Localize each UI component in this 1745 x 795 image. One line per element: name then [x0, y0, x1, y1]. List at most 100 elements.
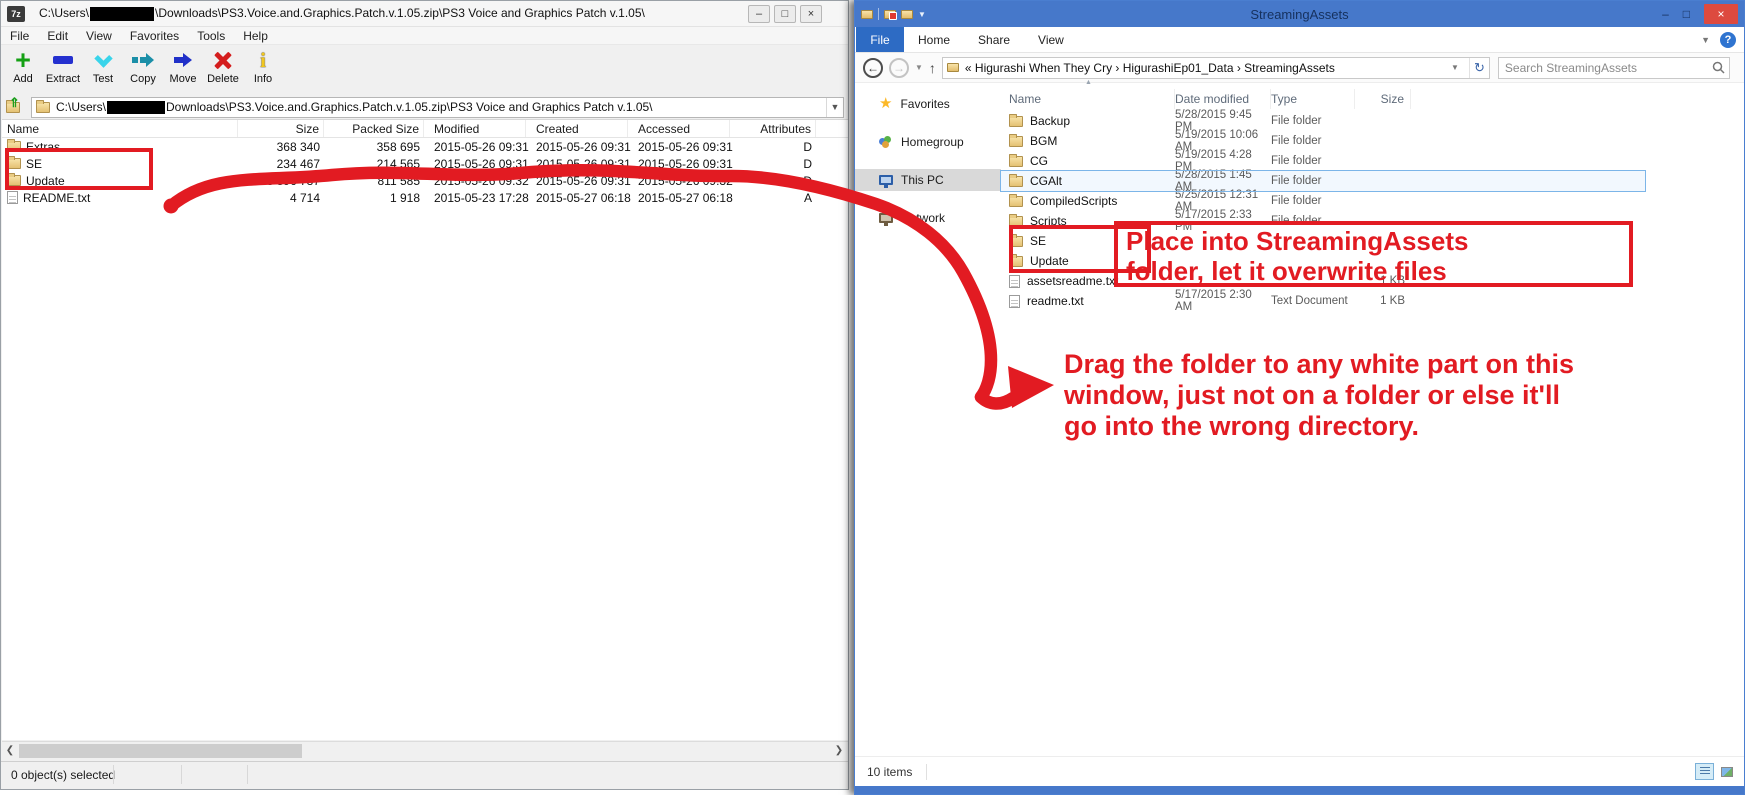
menu-view[interactable]: View [77, 29, 121, 43]
search-icon [1712, 61, 1725, 74]
extract-label: Extract [43, 73, 83, 85]
column-header-name[interactable]: Name [2, 120, 238, 137]
copy-label: Copy [123, 73, 163, 85]
homegroup-icon [879, 136, 893, 148]
column-header-created[interactable]: Created [526, 120, 628, 137]
file-accessed: 2015-05-27 06:18 [628, 191, 730, 205]
scroll-left-arrow[interactable]: ❮ [2, 745, 18, 756]
copy-button[interactable]: Copy [123, 46, 163, 85]
maximize-button[interactable]: □ [1683, 7, 1690, 21]
info-i-icon: i [260, 50, 266, 70]
breadcrumb-path[interactable]: « Higurashi When They Cry › HigurashiEp0… [965, 61, 1335, 75]
history-dropdown-icon[interactable]: ▼ [915, 63, 923, 72]
minimize-button[interactable]: – [748, 5, 770, 23]
file-name: readme.txt [1027, 294, 1084, 308]
sidebar-item-favorites[interactable]: ★ Favorites [855, 93, 1001, 115]
up-button[interactable]: ↑ [929, 60, 936, 76]
column-header-name[interactable]: Name [1001, 89, 1175, 109]
extract-minus-icon [53, 56, 73, 64]
address-dropdown-button[interactable]: ▼ [826, 98, 843, 117]
column-header-accessed[interactable]: Accessed [628, 120, 730, 137]
info-button[interactable]: i Info [243, 46, 283, 85]
list-item[interactable]: BGM 5/19/2015 10:06 AM File folder [1001, 131, 1645, 151]
close-button[interactable]: × [800, 5, 822, 23]
tab-share[interactable]: Share [964, 27, 1024, 52]
details-view-button[interactable] [1695, 763, 1714, 780]
add-button[interactable]: + Add [3, 46, 43, 85]
column-header-type[interactable]: Type [1271, 89, 1355, 109]
refresh-icon[interactable]: ↻ [1469, 58, 1489, 78]
test-button[interactable]: Test [83, 46, 123, 85]
extract-button[interactable]: Extract [43, 46, 83, 85]
horizontal-scrollbar[interactable]: ❮ ❯ [2, 741, 848, 759]
annotation-note-line2: folder, let it overwrite files [1126, 256, 1621, 286]
menu-favorites[interactable]: Favorites [121, 29, 188, 43]
address-combobox[interactable]: C:\Users\Downloads\PS3.Voice.and.Graphic… [31, 97, 844, 118]
menu-edit[interactable]: Edit [38, 29, 77, 43]
menu-help[interactable]: Help [234, 29, 277, 43]
column-header-size[interactable]: Size [238, 120, 324, 137]
folder-up-button[interactable]: ⇑ [5, 98, 23, 116]
close-button[interactable]: × [1704, 4, 1738, 24]
thumbnails-view-button[interactable] [1717, 763, 1736, 780]
explorer-window: ▼ StreamingAssets – □ × File Home Share … [854, 0, 1745, 795]
list-item[interactable]: CompiledScripts 5/25/2015 12:31 AM File … [1001, 191, 1645, 211]
tab-home[interactable]: Home [904, 27, 964, 52]
file-accessed: 2015-05-26 09:32 [628, 174, 730, 188]
table-row[interactable]: README.txt 4 714 1 918 2015-05-23 17:28 … [2, 189, 848, 206]
tab-file[interactable]: File [856, 27, 904, 52]
test-check-icon [94, 49, 112, 67]
search-input[interactable] [1503, 60, 1712, 76]
tab-view[interactable]: View [1024, 27, 1078, 52]
sidebar-item-network[interactable]: Network [855, 207, 1001, 229]
delete-label: Delete [203, 73, 243, 85]
file-type: File folder [1271, 135, 1355, 147]
scrollbar-thumb[interactable] [19, 744, 302, 758]
file-size: 234 467 [238, 157, 324, 171]
title-path-suffix: \Downloads\PS3.Voice.and.Graphics.Patch.… [155, 6, 645, 20]
column-header-size[interactable]: Size [1355, 89, 1411, 109]
sidebar-item-this-pc[interactable]: This PC [855, 169, 1001, 191]
title-path-prefix: C:\Users\ [39, 6, 89, 20]
redacted-username-box [107, 101, 165, 114]
menu-file[interactable]: File [1, 29, 38, 43]
menu-tools[interactable]: Tools [188, 29, 234, 43]
file-modified: 2015-05-26 09:31 [424, 157, 526, 171]
column-header-packed-size[interactable]: Packed Size [324, 120, 424, 137]
file-accessed: 2015-05-26 09:31 [628, 157, 730, 171]
sidebar-item-homegroup[interactable]: Homegroup [855, 131, 1001, 153]
expand-ribbon-chevron-icon[interactable]: ▼ [1701, 35, 1710, 45]
breadcrumb[interactable]: « Higurashi When They Cry › HigurashiEp0… [942, 57, 1490, 79]
file-packed-size: 1 918 [324, 191, 424, 205]
sidebar-item-label: Favorites [900, 97, 949, 111]
breadcrumb-dropdown-icon[interactable]: ▼ [1447, 63, 1463, 72]
file-accessed: 2015-05-26 09:31 [628, 140, 730, 154]
redacted-username-box [90, 7, 154, 21]
7zip-list-header: Name Size Packed Size Modified Created A… [2, 120, 848, 138]
delete-button[interactable]: Delete [203, 46, 243, 85]
minimize-button[interactable]: – [1662, 7, 1669, 21]
file-name: CG [1030, 154, 1048, 168]
maximize-button[interactable]: □ [774, 5, 796, 23]
back-button[interactable]: ← [863, 58, 883, 78]
add-plus-icon: + [15, 49, 31, 71]
list-item[interactable]: Backup 5/28/2015 9:45 PM File folder [1001, 111, 1645, 131]
scroll-right-arrow[interactable]: ❯ [831, 742, 847, 760]
items-count-text: 10 items [867, 765, 912, 779]
column-header-attributes[interactable]: Attributes [730, 120, 816, 137]
sidebar-item-label: Homegroup [901, 135, 964, 149]
column-header-modified[interactable]: Modified [424, 120, 526, 137]
list-item[interactable]: CG 5/19/2015 4:28 PM File folder [1001, 151, 1645, 171]
search-box[interactable] [1498, 57, 1730, 79]
help-icon[interactable]: ? [1720, 32, 1736, 48]
forward-button[interactable]: → [889, 58, 909, 78]
list-item[interactable]: readme.txt 5/17/2015 2:30 AM Text Docume… [1001, 291, 1645, 311]
ribbon-tabs: File Home Share View ▼ ? [855, 27, 1744, 53]
address-path-suffix: Downloads\PS3.Voice.and.Graphics.Patch.v… [166, 100, 653, 114]
list-item-selected[interactable]: CGAlt 5/28/2015 1:45 AM File folder [1001, 171, 1645, 191]
move-button[interactable]: Move [163, 46, 203, 85]
column-header-date-modified[interactable]: Date modified [1175, 89, 1271, 109]
network-icon [879, 213, 893, 223]
text-file-icon [7, 191, 18, 204]
explorer-main: ★ Favorites Homegroup This PC Network ▲ [855, 83, 1744, 756]
